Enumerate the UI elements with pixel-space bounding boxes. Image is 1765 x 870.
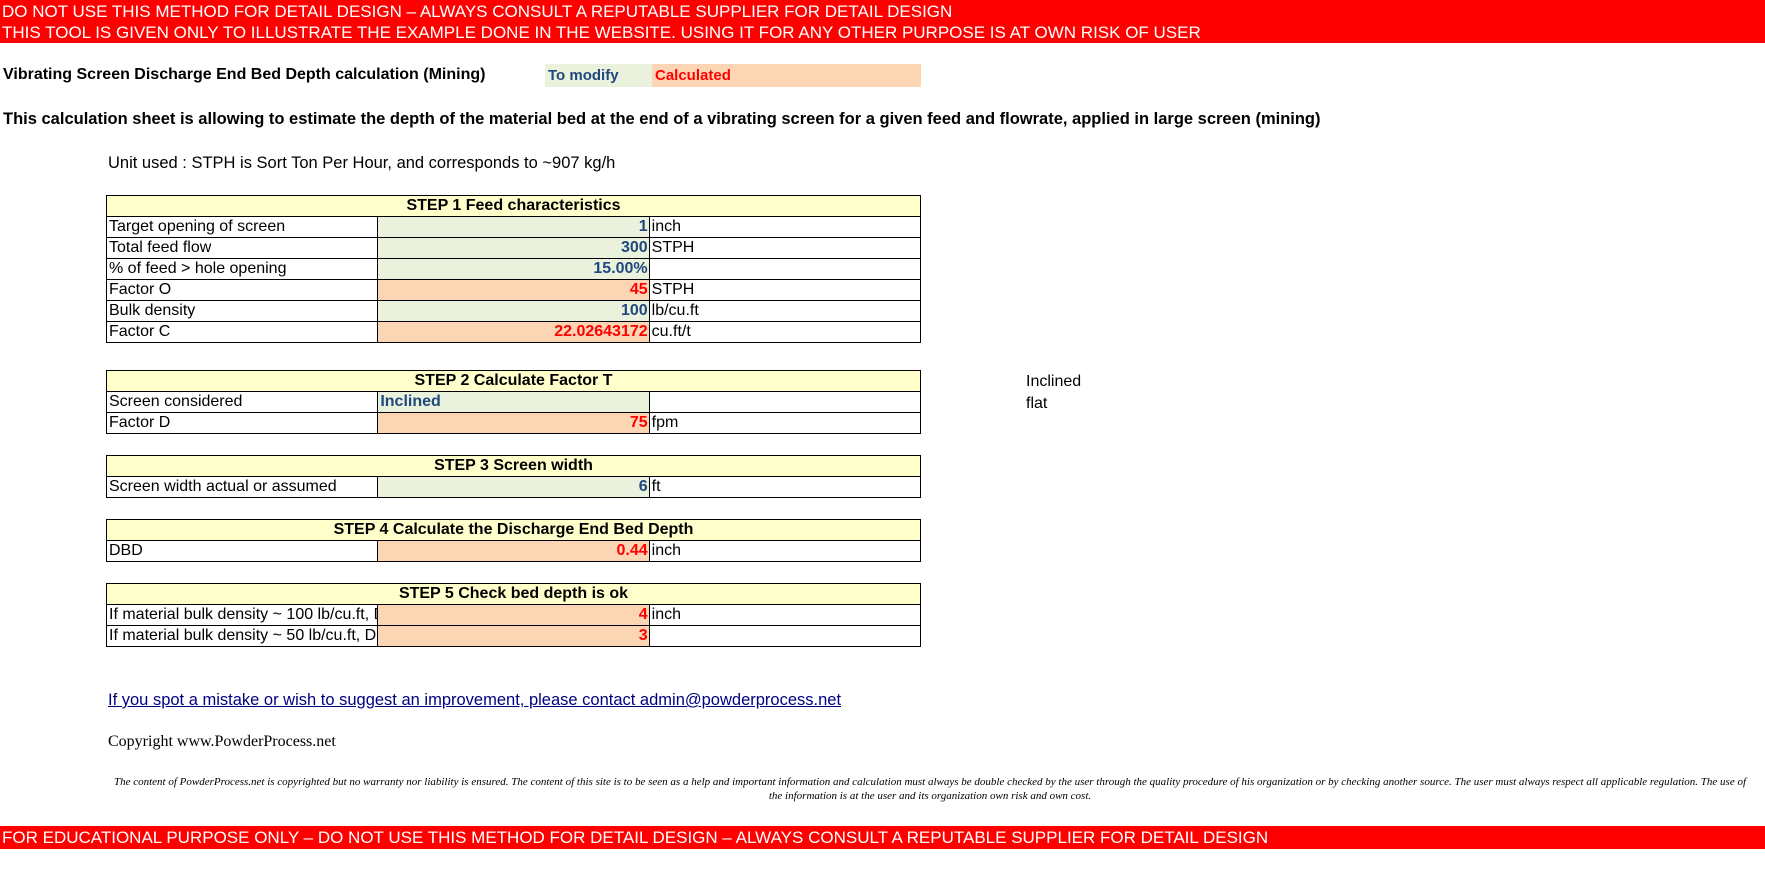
legend-calculated: Calculated: [652, 64, 921, 87]
table-row: Bulk density 100 lb/cu.ft: [105, 300, 922, 322]
factor-d-value: 75: [377, 412, 650, 434]
row-unit: lb/cu.ft: [648, 300, 922, 322]
row-unit: inch: [648, 540, 922, 562]
row-unit: cu.ft/t: [648, 321, 922, 343]
row-label: Factor O: [105, 279, 379, 301]
row-unit: [648, 258, 922, 280]
table-row: DBD 0.44 inch: [105, 540, 922, 562]
top-warning-banner: DO NOT USE THIS METHOD FOR DETAIL DESIGN…: [0, 0, 1765, 43]
factor-o-value: 45: [377, 279, 650, 301]
disclaimer-text: The content of PowderProcess.net is copy…: [113, 776, 1747, 802]
row-unit: [648, 391, 922, 413]
row-unit: inch: [648, 604, 922, 626]
row-unit: [648, 625, 922, 647]
row-label: Bulk density: [105, 300, 379, 322]
bottom-warning-banner: FOR EDUCATIONAL PURPOSE ONLY – DO NOT US…: [0, 826, 1765, 849]
row-unit: inch: [648, 216, 922, 238]
oversize-percent-input[interactable]: 15.00%: [377, 258, 650, 280]
copyright-text: Copyright www.PowderProcess.net: [108, 733, 336, 750]
row-label: Target opening of screen: [105, 216, 379, 238]
table-row: Factor C 22.02643172 cu.ft/t: [105, 321, 922, 343]
table-row: Screen considered Inclined: [105, 391, 922, 413]
unit-note: Unit used : STPH is Sort Ton Per Hour, a…: [108, 154, 616, 172]
step2-header: STEP 2 Calculate Factor T: [106, 370, 921, 392]
table-row: Screen width actual or assumed 6 ft: [105, 476, 922, 498]
legend-to-modify: To modify: [545, 64, 652, 87]
table-row: Factor D 75 fpm: [105, 412, 922, 434]
row-unit: STPH: [648, 279, 922, 301]
step5-header: STEP 5 Check bed depth is ok: [106, 583, 921, 605]
table-row: % of feed > hole opening 15.00%: [105, 258, 922, 280]
step1-feed-characteristics-table: STEP 1 Feed characteristics Target openi…: [105, 195, 922, 343]
row-label: Factor C: [105, 321, 379, 343]
step3-header: STEP 3 Screen width: [106, 455, 921, 477]
row-label: If material bulk density ~ 50 lb/cu.ft, …: [105, 625, 379, 647]
top-warning-line-2: THIS TOOL IS GIVEN ONLY TO ILLUSTRATE TH…: [2, 23, 1201, 42]
target-opening-input[interactable]: 1: [377, 216, 650, 238]
max-dbd-50-value: 3: [377, 625, 650, 647]
dbd-value: 0.44: [377, 540, 650, 562]
option-flat: flat: [1026, 395, 1048, 412]
row-label: Factor D: [105, 412, 379, 434]
row-unit: STPH: [648, 237, 922, 259]
row-label: DBD: [105, 540, 379, 562]
screen-type-select[interactable]: Inclined: [377, 391, 650, 413]
row-label: Total feed flow: [105, 237, 379, 259]
step5-check-bed-depth-table: STEP 5 Check bed depth is ok If material…: [105, 583, 922, 647]
total-feed-flow-input[interactable]: 300: [377, 237, 650, 259]
max-dbd-100-value: 4: [377, 604, 650, 626]
table-row: Target opening of screen 1 inch: [105, 216, 922, 238]
page-title: Vibrating Screen Discharge End Bed Depth…: [3, 66, 486, 83]
table-row: Total feed flow 300 STPH: [105, 237, 922, 259]
row-label: Screen considered: [105, 391, 379, 413]
step2-factor-t-table: STEP 2 Calculate Factor T Screen conside…: [105, 370, 922, 434]
top-warning-line-1: DO NOT USE THIS METHOD FOR DETAIL DESIGN…: [2, 2, 953, 21]
row-label: Screen width actual or assumed: [105, 476, 379, 498]
row-unit: ft: [648, 476, 922, 498]
table-row: Factor O 45 STPH: [105, 279, 922, 301]
step1-header: STEP 1 Feed characteristics: [106, 195, 921, 217]
bulk-density-input[interactable]: 100: [377, 300, 650, 322]
row-label: If material bulk density ~ 100 lb/cu.ft,…: [105, 604, 379, 626]
table-row: If material bulk density ~ 50 lb/cu.ft, …: [105, 625, 922, 647]
screen-width-input[interactable]: 6: [377, 476, 650, 498]
row-unit: fpm: [648, 412, 922, 434]
table-row: If material bulk density ~ 100 lb/cu.ft,…: [105, 604, 922, 626]
screen-type-options-list: Inclined flat: [1026, 371, 1081, 415]
step3-screen-width-table: STEP 3 Screen width Screen width actual …: [105, 455, 922, 498]
row-label: % of feed > hole opening: [105, 258, 379, 280]
sheet-description: This calculation sheet is allowing to es…: [3, 110, 1321, 128]
step4-discharge-bed-depth-table: STEP 4 Calculate the Discharge End Bed D…: [105, 519, 922, 562]
factor-c-value: 22.02643172: [377, 321, 650, 343]
contact-link[interactable]: If you spot a mistake or wish to suggest…: [108, 691, 841, 710]
option-inclined: Inclined: [1026, 373, 1082, 390]
step4-header: STEP 4 Calculate the Discharge End Bed D…: [106, 519, 921, 541]
